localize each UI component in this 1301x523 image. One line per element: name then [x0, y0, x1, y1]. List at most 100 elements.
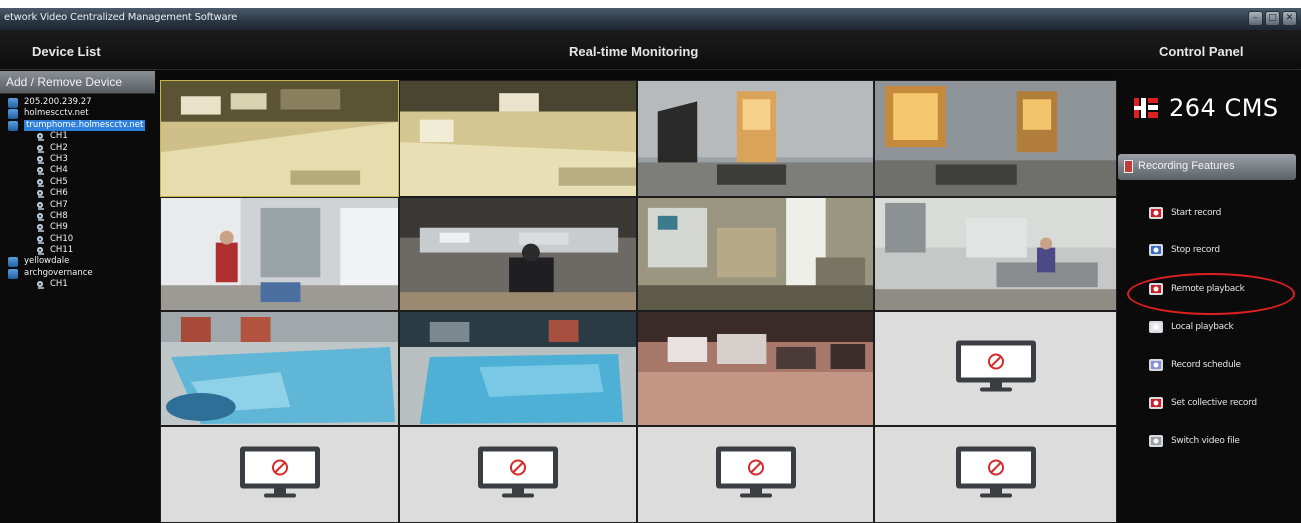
start-record-button[interactable]: Start record [1147, 201, 1221, 225]
video-cell[interactable] [637, 197, 874, 311]
local-playback-icon [1147, 318, 1165, 336]
channel-node[interactable]: CH5 [0, 177, 158, 188]
video-cell[interactable] [399, 80, 637, 197]
tree-node-label: archgovernance [24, 267, 93, 278]
brand-logo: 264 CMS [1131, 93, 1279, 123]
tree-node-label: CH4 [50, 165, 68, 176]
device-node[interactable]: archgovernance [0, 268, 158, 279]
camera-icon [36, 132, 46, 142]
device-icon [8, 98, 18, 108]
menu-item-label: Switch video file [1171, 436, 1240, 446]
video-cell-empty[interactable] [637, 426, 874, 523]
camera-feed [638, 81, 873, 196]
local-playback-button[interactable]: Local playback [1147, 315, 1234, 339]
camera-icon [36, 189, 46, 199]
video-grid [160, 80, 1117, 523]
tree-node-label: yellowdale [24, 256, 70, 267]
brand-text: 264 CMS [1169, 94, 1279, 122]
stop-record-icon [1147, 241, 1165, 259]
camera-icon [36, 144, 46, 154]
video-cell[interactable] [399, 311, 637, 426]
device-node[interactable]: 205.200.239.27 [0, 97, 158, 108]
channel-node[interactable]: CH8 [0, 211, 158, 222]
camera-icon [36, 166, 46, 176]
title-bar: etwork Video Centralized Management Soft… [0, 8, 1301, 30]
menu-item-label: Set collective record [1171, 398, 1257, 408]
channel-node[interactable]: CH6 [0, 188, 158, 199]
camera-icon [36, 155, 46, 165]
record-schedule-button[interactable]: Record schedule [1147, 353, 1241, 377]
video-cell-empty[interactable] [874, 426, 1117, 523]
device-node[interactable]: trumphome.holmescctv.net [0, 119, 158, 131]
no-signal-icon [238, 444, 322, 505]
video-cell[interactable] [399, 197, 637, 311]
add-remove-device-button[interactable]: Add / Remove Device [0, 71, 155, 94]
menu-item-label: Remote playback [1171, 284, 1245, 294]
camera-feed [638, 198, 873, 310]
device-icon [8, 257, 18, 268]
menu-item-label: Stop record [1171, 245, 1220, 255]
no-signal-icon [714, 444, 798, 505]
channel-node[interactable]: CH1 [0, 131, 158, 142]
video-cell-empty[interactable] [399, 426, 637, 523]
recording-features-label: Recording Features [1138, 160, 1235, 172]
channel-node[interactable]: CH1 [0, 279, 158, 290]
tree-node-label: CH5 [50, 176, 68, 187]
video-cell[interactable] [874, 80, 1117, 197]
tree-node-label: CH7 [50, 199, 68, 210]
channel-node[interactable]: CH3 [0, 154, 158, 165]
video-cell[interactable] [160, 311, 399, 426]
switch-video-file-button[interactable]: Switch video file [1147, 429, 1240, 453]
video-cell[interactable] [637, 311, 874, 426]
device-icon [8, 268, 18, 279]
camera-feed [161, 312, 398, 425]
video-cell[interactable] [874, 197, 1117, 311]
realtime-monitoring-heading: Real-time Monitoring [569, 44, 699, 59]
camera-feed [161, 198, 398, 310]
tree-node-label: CH10 [50, 233, 74, 244]
camera-feed [875, 198, 1116, 310]
start-record-icon [1147, 204, 1165, 222]
tree-node-label: CH6 [50, 188, 68, 199]
camera-icon [36, 212, 46, 222]
collective-record-icon [1147, 394, 1165, 412]
channel-node[interactable]: CH2 [0, 143, 158, 154]
tree-node-label: CH11 [50, 245, 74, 256]
device-icon [8, 120, 18, 131]
maximize-button[interactable]: □ [1265, 11, 1280, 26]
channel-node[interactable]: CH7 [0, 200, 158, 211]
menu-item-label: Record schedule [1171, 360, 1241, 370]
video-cell-empty[interactable] [160, 426, 399, 523]
remote-playback-button[interactable]: Remote playback [1147, 277, 1245, 301]
brand-icon [1134, 98, 1158, 118]
device-node[interactable]: holmescctv.net [0, 108, 158, 120]
video-cell[interactable] [637, 80, 874, 197]
set-collective-record-button[interactable]: Set collective record [1147, 391, 1257, 415]
tree-node-label: 205.200.239.27 [24, 97, 92, 107]
device-icon [8, 109, 18, 120]
camera-feed [400, 198, 636, 310]
video-cell[interactable] [160, 80, 399, 197]
video-cell[interactable] [160, 197, 399, 311]
no-signal-icon [954, 444, 1038, 505]
camera-icon [36, 280, 46, 290]
device-tree: 205.200.239.27 holmescctv.net trumphome.ho… [0, 97, 158, 291]
menu-item-label: Local playback [1171, 322, 1234, 332]
minimize-button[interactable]: – [1248, 11, 1263, 26]
camera-icon [36, 178, 46, 188]
channel-node[interactable]: CH9 [0, 222, 158, 233]
stop-record-button[interactable]: Stop record [1147, 238, 1220, 262]
header-bar: Device List Real-time Monitoring Control… [0, 30, 1301, 70]
tree-node-label: CH2 [50, 142, 68, 153]
control-panel-heading: Control Panel [1159, 44, 1244, 59]
camera-feed [161, 81, 398, 196]
video-cell-empty[interactable] [874, 311, 1117, 426]
recording-features-header[interactable]: Recording Features [1118, 154, 1296, 180]
channel-node[interactable]: CH11 [0, 245, 158, 256]
channel-node[interactable]: CH10 [0, 234, 158, 245]
camera-feed [400, 81, 636, 196]
close-button[interactable]: ✕ [1282, 11, 1297, 26]
channel-node[interactable]: CH4 [0, 165, 158, 176]
device-node[interactable]: yellowdale [0, 256, 158, 268]
no-signal-icon [954, 338, 1038, 399]
